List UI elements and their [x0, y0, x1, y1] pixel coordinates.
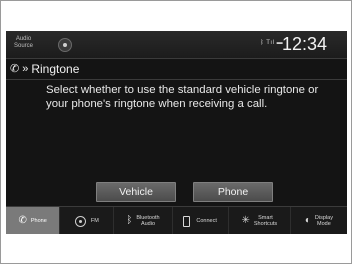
display-mode-icon: ◐: [304, 215, 311, 226]
nav-item-display-mode[interactable]: ◐ Display Mode: [291, 207, 347, 234]
chevron-right-icon: »: [22, 63, 29, 75]
figure-frame: Audio Source ᛒ Tıl ▬ 12:34 ✆ » Ringtone …: [0, 0, 352, 264]
status-bar: Audio Source ᛒ Tıl ▬ 12:34: [6, 31, 347, 58]
audio-source-label-line1: Audio: [15, 36, 32, 42]
infotainment-screen: Audio Source ᛒ Tıl ▬ 12:34 ✆ » Ringtone …: [6, 31, 347, 234]
nav-label: Connect: [196, 218, 217, 224]
smart-shortcuts-icon: ✳: [241, 215, 250, 226]
nav-label-line2: Shortcuts: [253, 221, 278, 227]
phone-ringtone-button[interactable]: Phone: [193, 182, 273, 202]
bottom-nav: ✆ Phone FM ᛒ Bluetooth Audio Connect ✳ S…: [6, 206, 347, 234]
vehicle-ringtone-button[interactable]: Vehicle: [96, 182, 176, 202]
divider: [6, 79, 347, 80]
nav-item-bluetooth-audio[interactable]: ᛒ Bluetooth Audio: [114, 207, 173, 234]
nav-item-smart-shortcuts[interactable]: ✳ Smart Shortcuts: [229, 207, 291, 234]
clock: 12:34: [282, 34, 328, 54]
breadcrumb: ✆ » Ringtone: [10, 60, 79, 78]
nav-label: Phone: [30, 218, 47, 224]
nav-item-connect[interactable]: Connect: [173, 207, 229, 234]
nav-label: Display Mode: [315, 215, 333, 227]
instruction-text: Select whether to use the standard vehic…: [46, 84, 319, 110]
divider: [6, 58, 347, 59]
audio-source-label-line2: Source: [14, 43, 34, 49]
radio-icon: [74, 215, 86, 227]
nav-label: Bluetooth Audio: [136, 215, 159, 227]
status-indicators: ᛒ Tıl ▬: [260, 40, 284, 46]
bluetooth-icon: ᛒ: [126, 215, 133, 226]
nav-label: FM: [90, 218, 99, 224]
nav-label-line2: Audio: [140, 221, 156, 227]
smartphone-icon: [183, 215, 191, 227]
phone-icon: ✆: [18, 215, 27, 226]
nav-label: Smart Shortcuts: [254, 215, 277, 227]
audio-source-button[interactable]: Audio Source: [14, 36, 33, 50]
nav-item-fm[interactable]: FM: [60, 207, 115, 234]
nav-label-line2: Mode: [317, 221, 331, 227]
radio-signal-icon[interactable]: [58, 38, 72, 52]
phone-icon: ✆: [10, 63, 20, 75]
page-title: Ringtone: [31, 62, 80, 76]
nav-item-phone[interactable]: ✆ Phone: [6, 207, 61, 234]
